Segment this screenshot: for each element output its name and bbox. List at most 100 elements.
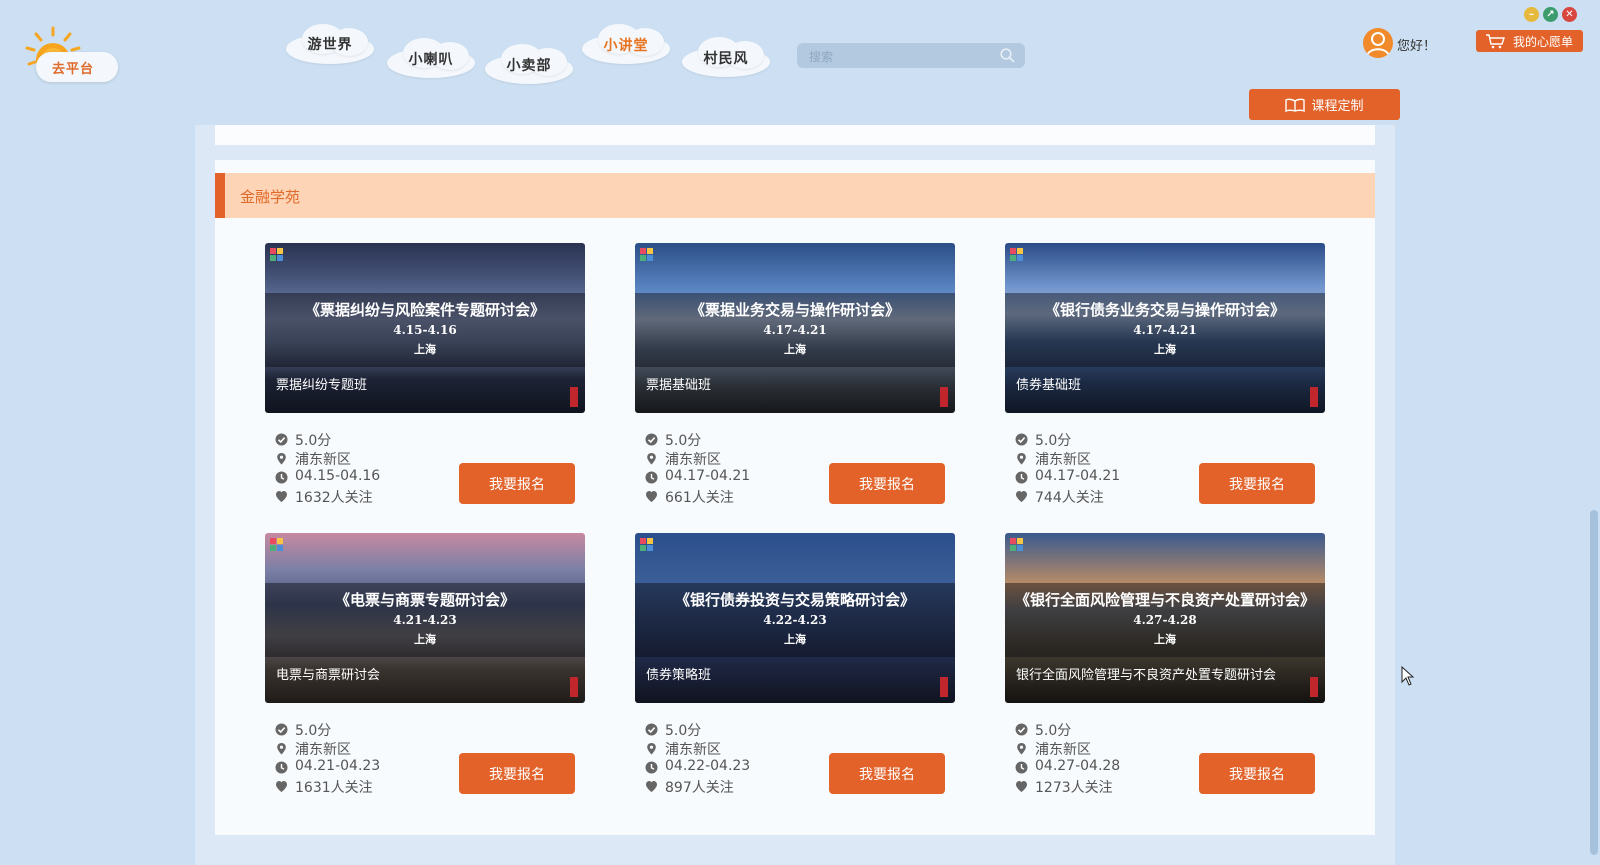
meta-rating: 5.0分 bbox=[1015, 430, 1215, 449]
course-banner-city: 上海 bbox=[414, 633, 436, 646]
logo[interactable]: 去平台 bbox=[18, 18, 122, 82]
meta-dates-text: 04.21-04.23 bbox=[295, 758, 381, 774]
search-input[interactable] bbox=[807, 46, 991, 67]
heart-icon bbox=[1016, 781, 1027, 792]
brand-mark-icon bbox=[640, 248, 654, 262]
wishlist-button[interactable]: 我的心愿单 bbox=[1476, 30, 1583, 52]
nav-item-speaker[interactable]: 小喇叭 bbox=[383, 36, 479, 82]
seal-stamp-icon bbox=[570, 677, 578, 697]
enroll-button[interactable]: 我要报名 bbox=[459, 463, 575, 504]
map-pin-icon bbox=[647, 453, 656, 465]
meta-rating-text: 5.0分 bbox=[295, 723, 332, 739]
enroll-button[interactable]: 我要报名 bbox=[1199, 753, 1315, 794]
nav-item-lecture[interactable]: 小讲堂 bbox=[578, 22, 674, 68]
course-thumbnail[interactable]: 《银行全面风险管理与不良资产处置研讨会》 4.27-4.28 上海 银行全面风险… bbox=[1005, 533, 1325, 703]
course-name: 票据纠纷专题班 bbox=[276, 378, 368, 393]
course-banner-dates: 4.15-4.16 bbox=[393, 323, 457, 337]
nav-label: 小讲堂 bbox=[603, 38, 649, 54]
section-header: 金融学苑 bbox=[215, 173, 1375, 218]
meta-followers-text: 1631人关注 bbox=[295, 780, 373, 796]
check-icon bbox=[645, 433, 658, 446]
scrollbar[interactable] bbox=[1590, 510, 1598, 855]
meta-rating: 5.0分 bbox=[1015, 720, 1215, 739]
course-name: 票据基础班 bbox=[646, 378, 712, 393]
meta-location-text: 浦东新区 bbox=[295, 742, 351, 758]
enroll-button[interactable]: 我要报名 bbox=[459, 753, 575, 794]
meta-dates-text: 04.27-04.28 bbox=[1035, 758, 1121, 774]
course-thumbnail[interactable]: 《票据业务交易与操作研讨会》 4.17-4.21 上海 票据基础班 bbox=[635, 243, 955, 413]
course-banner-city: 上海 bbox=[414, 343, 436, 356]
brand-mark-icon bbox=[1010, 248, 1024, 262]
minimize-button[interactable]: – bbox=[1524, 7, 1539, 22]
nav-label: 小喇叭 bbox=[408, 52, 454, 68]
meta-dates-text: 04.22-04.23 bbox=[665, 758, 751, 774]
maximize-icon: ↗ bbox=[1546, 9, 1555, 20]
check-icon bbox=[275, 723, 288, 736]
meta-followers-text: 744人关注 bbox=[1035, 490, 1104, 506]
meta-followers: 661人关注 bbox=[645, 487, 845, 506]
meta-rating: 5.0分 bbox=[275, 720, 475, 739]
map-pin-icon bbox=[277, 743, 286, 755]
course-banner-title: 《票据业务交易与操作研讨会》 bbox=[689, 301, 900, 319]
maximize-button[interactable]: ↗ bbox=[1543, 7, 1558, 22]
course-thumbnail[interactable]: 《银行债务业务交易与操作研讨会》 4.17-4.21 上海 债券基础班 bbox=[1005, 243, 1325, 413]
user-greeting: 您好！ bbox=[1397, 39, 1437, 54]
course-banner-city: 上海 bbox=[784, 633, 806, 646]
meta-dates: 04.21-04.23 bbox=[275, 758, 475, 777]
meta-location: 浦东新区 bbox=[645, 449, 845, 468]
course-banner-dates: 4.21-4.23 bbox=[393, 613, 457, 627]
meta-location: 浦东新区 bbox=[275, 449, 475, 468]
clock-icon bbox=[275, 761, 288, 774]
section-title: 金融学苑 bbox=[240, 188, 301, 206]
brand-mark-icon bbox=[640, 538, 654, 552]
meta-followers: 1273人关注 bbox=[1015, 777, 1215, 796]
meta-rating-text: 5.0分 bbox=[665, 723, 702, 739]
course-banner-dates: 4.17-4.21 bbox=[763, 323, 827, 337]
enroll-button[interactable]: 我要报名 bbox=[829, 463, 945, 504]
course-thumbnail[interactable]: 《电票与商票专题研讨会》 4.21-4.23 上海 电票与商票研讨会 bbox=[265, 533, 585, 703]
heart-icon bbox=[276, 491, 287, 502]
course-banner-city: 上海 bbox=[1154, 343, 1176, 356]
nav-item-shop[interactable]: 小卖部 bbox=[481, 42, 577, 88]
course-banner-title: 《电票与商票专题研讨会》 bbox=[334, 591, 515, 609]
brand-mark-icon bbox=[270, 248, 284, 262]
meta-rating-text: 5.0分 bbox=[665, 433, 702, 449]
clock-icon bbox=[645, 761, 658, 774]
seal-stamp-icon bbox=[940, 677, 948, 697]
clock-icon bbox=[1015, 761, 1028, 774]
meta-location: 浦东新区 bbox=[1015, 449, 1215, 468]
custom-course-button[interactable]: 课程定制 bbox=[1249, 89, 1400, 120]
course-thumbnail[interactable]: 《票据纠纷与风险案件专题研讨会》 4.15-4.16 上海 票据纠纷专题班 bbox=[265, 243, 585, 413]
meta-location-text: 浦东新区 bbox=[1035, 742, 1091, 758]
meta-location: 浦东新区 bbox=[645, 739, 845, 758]
meta-rating: 5.0分 bbox=[645, 720, 845, 739]
wishlist-label: 我的心愿单 bbox=[1513, 34, 1574, 49]
meta-followers: 1632人关注 bbox=[275, 487, 475, 506]
meta-dates: 04.27-04.28 bbox=[1015, 758, 1215, 777]
clock-icon bbox=[275, 471, 288, 484]
meta-followers: 744人关注 bbox=[1015, 487, 1215, 506]
close-button[interactable]: ✕ bbox=[1562, 7, 1577, 22]
brand-mark-icon bbox=[270, 538, 284, 552]
course-thumbnail[interactable]: 《银行债券投资与交易策略研讨会》 4.22-4.23 上海 债券策略班 bbox=[635, 533, 955, 703]
logo-text: 去平台 bbox=[52, 62, 95, 77]
nav-label: 游世界 bbox=[307, 37, 353, 53]
nav-item-village[interactable]: 村民风 bbox=[678, 35, 774, 81]
avatar[interactable] bbox=[1363, 28, 1393, 58]
meta-location-text: 浦东新区 bbox=[665, 452, 721, 468]
course-name: 债券基础班 bbox=[1016, 378, 1082, 393]
meta-dates-text: 04.17-04.21 bbox=[665, 468, 751, 484]
meta-dates-text: 04.17-04.21 bbox=[1035, 468, 1121, 484]
brand-mark-icon bbox=[1010, 538, 1024, 552]
search-icon[interactable] bbox=[1000, 48, 1015, 63]
enroll-button[interactable]: 我要报名 bbox=[1199, 463, 1315, 504]
custom-course-label: 课程定制 bbox=[1311, 99, 1364, 114]
course-name: 电票与商票研讨会 bbox=[276, 668, 381, 683]
meta-location-text: 浦东新区 bbox=[295, 452, 351, 468]
search-box bbox=[797, 43, 1025, 68]
nav-item-travel[interactable]: 游世界 bbox=[282, 20, 378, 68]
enroll-button[interactable]: 我要报名 bbox=[829, 753, 945, 794]
meta-dates: 04.22-04.23 bbox=[645, 758, 845, 777]
map-pin-icon bbox=[277, 453, 286, 465]
meta-dates: 04.15-04.16 bbox=[275, 468, 475, 487]
